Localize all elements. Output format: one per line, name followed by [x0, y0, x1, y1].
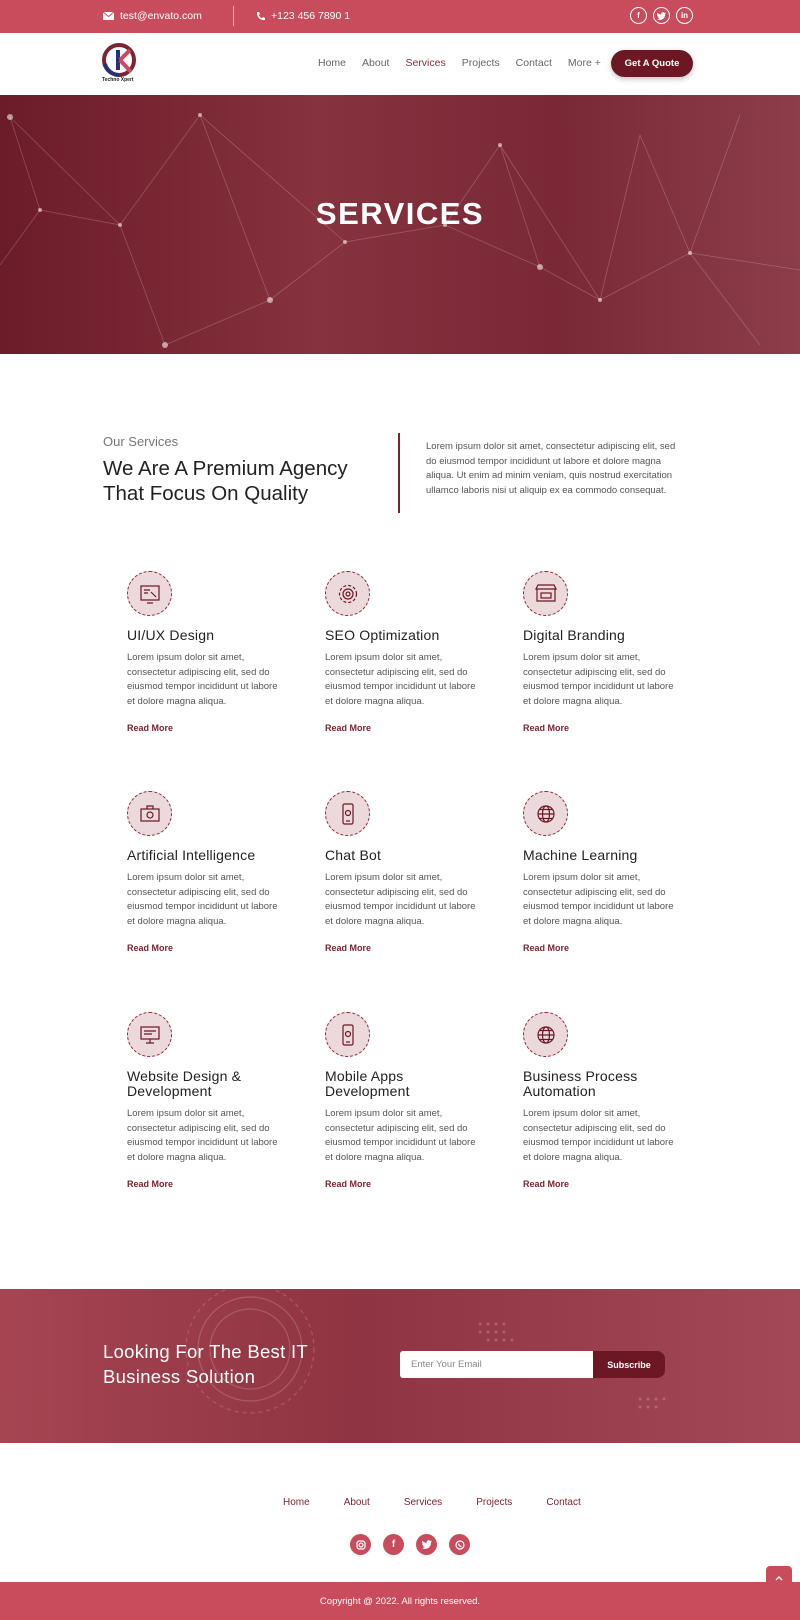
get-quote-button[interactable]: Get A Quote: [611, 50, 693, 77]
read-more-link[interactable]: Read More: [127, 1179, 287, 1189]
service-text: Lorem ipsum dolor sit amet, consectetur …: [127, 872, 278, 927]
service-title: Website Design & Development: [127, 1068, 242, 1099]
footer-link-contact[interactable]: Contact: [546, 1497, 580, 1508]
service-title: Chat Bot: [325, 847, 382, 863]
subscribe-button[interactable]: Subscribe: [593, 1351, 665, 1378]
nav-item-services[interactable]: Services: [405, 57, 445, 69]
cta-title: Looking For The Best IT Business Solutio…: [103, 1341, 308, 1387]
read-more-link[interactable]: Read More: [523, 1179, 683, 1189]
section-divider: [398, 433, 400, 513]
service-text: Lorem ipsum dolor sit amet, consectetur …: [325, 1108, 476, 1163]
service-text: Lorem ipsum dolor sit amet, consectetur …: [523, 872, 674, 927]
footer-socials: f: [350, 1534, 470, 1555]
gear-icon: [325, 571, 370, 616]
globe-icon: [523, 791, 568, 836]
service-text: Lorem ipsum dolor sit amet, consectetur …: [127, 652, 278, 707]
service-text: Lorem ipsum dolor sit amet, consectetur …: [523, 652, 674, 707]
section-description: Lorem ipsum dolor sit amet, consectetur …: [426, 441, 676, 496]
read-more-link[interactable]: Read More: [325, 943, 485, 953]
service-title: Digital Branding: [523, 627, 626, 643]
topbar-divider: [233, 6, 234, 26]
read-more-link[interactable]: Read More: [127, 943, 287, 953]
service-card: Digital Branding Lorem ipsum dolor sit a…: [523, 571, 683, 733]
mail-icon: [103, 12, 114, 20]
chevron-up-icon: [775, 1576, 783, 1581]
service-card: Mobile Apps Development Lorem ipsum dolo…: [325, 1012, 485, 1189]
service-title: Mobile Apps Development: [325, 1068, 410, 1099]
footer-link-about[interactable]: About: [344, 1497, 370, 1508]
mobile-icon: [325, 1012, 370, 1057]
topbar-socials: f in: [630, 7, 693, 24]
service-text: Lorem ipsum dolor sit amet, consectetur …: [325, 652, 476, 707]
section-title: We Are A Premium Agency That Focus On Qu…: [103, 457, 348, 505]
email-input[interactable]: Enter Your Email: [400, 1351, 593, 1378]
copyright-text: Copyright @ 2022. All rights reserved.: [319, 1595, 481, 1607]
cta-section: Looking For The Best IT Business Solutio…: [0, 1289, 800, 1443]
linkedin-icon[interactable]: in: [676, 7, 693, 24]
service-title: Machine Learning: [523, 847, 638, 863]
read-more-link[interactable]: Read More: [325, 1179, 485, 1189]
read-more-link[interactable]: Read More: [325, 723, 485, 733]
service-card: Business Process Automation Lorem ipsum …: [523, 1012, 683, 1189]
service-title: UI/UX Design: [127, 627, 215, 643]
logo-text: Techno Xpert: [102, 77, 134, 83]
copyright-bar: Copyright @ 2022. All rights reserved.: [0, 1582, 800, 1620]
service-text: Lorem ipsum dolor sit amet, consectetur …: [127, 1108, 278, 1163]
footer-link-projects[interactable]: Projects: [476, 1497, 512, 1508]
design-icon: [127, 571, 172, 616]
store-icon: [523, 571, 568, 616]
mobile-icon: [325, 791, 370, 836]
nav-item-more[interactable]: More +: [568, 57, 601, 69]
twitter-icon[interactable]: [653, 7, 670, 24]
main-navigation: Techno Xpert Home About Services Project…: [0, 33, 800, 95]
nav-item-home[interactable]: Home: [318, 57, 346, 69]
service-card: Chat Bot Lorem ipsum dolor sit amet, con…: [325, 791, 485, 953]
phone-text: +123 456 7890 1: [271, 10, 351, 22]
globe-icon: [523, 1012, 568, 1057]
service-card: SEO Optimization Lorem ipsum dolor sit a…: [325, 571, 485, 733]
top-bar: test@envato.com +123 456 7890 1 f in: [0, 0, 800, 33]
page-title: SERVICES: [315, 196, 485, 231]
read-more-link[interactable]: Read More: [523, 943, 683, 953]
whatsapp-icon[interactable]: [449, 1534, 470, 1555]
email-text: test@envato.com: [120, 10, 202, 22]
nav-item-contact[interactable]: Contact: [516, 57, 552, 69]
twitter-icon[interactable]: [416, 1534, 437, 1555]
footer-link-services[interactable]: Services: [404, 1497, 442, 1508]
nav-item-projects[interactable]: Projects: [462, 57, 500, 69]
hero-banner: SERVICES: [0, 95, 800, 354]
nav-menu: Home About Services Projects Contact Mor…: [318, 57, 617, 69]
service-card: Machine Learning Lorem ipsum dolor sit a…: [523, 791, 683, 953]
section-subtitle: Our Services: [103, 434, 179, 449]
service-text: Lorem ipsum dolor sit amet, consectetur …: [523, 1108, 674, 1163]
read-more-link[interactable]: Read More: [127, 723, 287, 733]
briefcase-icon: [127, 791, 172, 836]
service-title: Business Process Automation: [523, 1068, 638, 1099]
read-more-link[interactable]: Read More: [523, 723, 683, 733]
service-card: Artificial Intelligence Lorem ipsum dolo…: [127, 791, 287, 953]
monitor-icon: [127, 1012, 172, 1057]
service-text: Lorem ipsum dolor sit amet, consectetur …: [325, 872, 476, 927]
contact-phone[interactable]: +123 456 7890 1: [256, 10, 350, 22]
facebook-icon[interactable]: f: [383, 1534, 404, 1555]
service-title: SEO Optimization: [325, 627, 440, 643]
service-title: Artificial Intelligence: [127, 847, 256, 863]
service-card: Website Design & Development Lorem ipsum…: [127, 1012, 287, 1189]
footer-menu: Home About Services Projects Contact: [283, 1497, 615, 1508]
service-card: UI/UX Design Lorem ipsum dolor sit amet,…: [127, 571, 287, 733]
contact-email[interactable]: test@envato.com: [103, 10, 202, 22]
nav-item-about[interactable]: About: [362, 57, 389, 69]
footer-link-home[interactable]: Home: [283, 1497, 310, 1508]
instagram-icon[interactable]: [350, 1534, 371, 1555]
facebook-icon[interactable]: f: [630, 7, 647, 24]
phone-icon: [256, 12, 265, 21]
